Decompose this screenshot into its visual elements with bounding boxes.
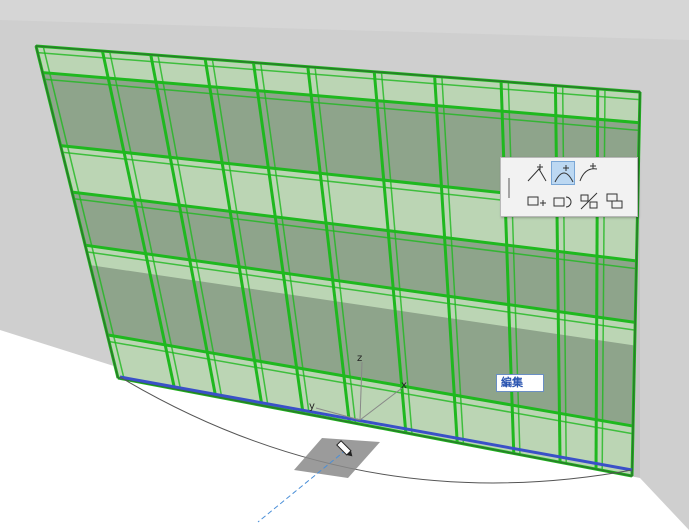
- pet-palette: [500, 157, 638, 217]
- elevate-node-icon: [606, 193, 623, 209]
- move-node-icon: [527, 196, 546, 206]
- axis-label-x: x: [401, 380, 407, 391]
- rotate-node-icon: [553, 196, 572, 208]
- 3d-viewport[interactable]: z x y: [0, 0, 689, 530]
- axis-label-y: y: [309, 401, 315, 412]
- curved-edge-icon: [554, 165, 574, 183]
- mirror-node-icon: [580, 192, 598, 210]
- arc-edge-button[interactable]: [577, 161, 601, 185]
- offset-edge-button[interactable]: [525, 161, 549, 185]
- elevate-node-button[interactable]: [603, 189, 627, 213]
- arc-edge-icon: [579, 163, 598, 182]
- curtain-wall[interactable]: [34, 44, 642, 478]
- palette-separator: [505, 176, 513, 200]
- move-node-button[interactable]: [525, 189, 549, 213]
- curved-edge-button[interactable]: [551, 161, 575, 185]
- vertical-mullion: [594, 88, 600, 470]
- rotate-node-button[interactable]: [551, 189, 575, 213]
- separator-icon: [508, 178, 510, 198]
- mirror-node-button[interactable]: [577, 189, 601, 213]
- axis-label-z: z: [357, 353, 362, 364]
- offset-edge-icon: [527, 164, 547, 182]
- edit-mode-label: 編集: [496, 374, 544, 392]
